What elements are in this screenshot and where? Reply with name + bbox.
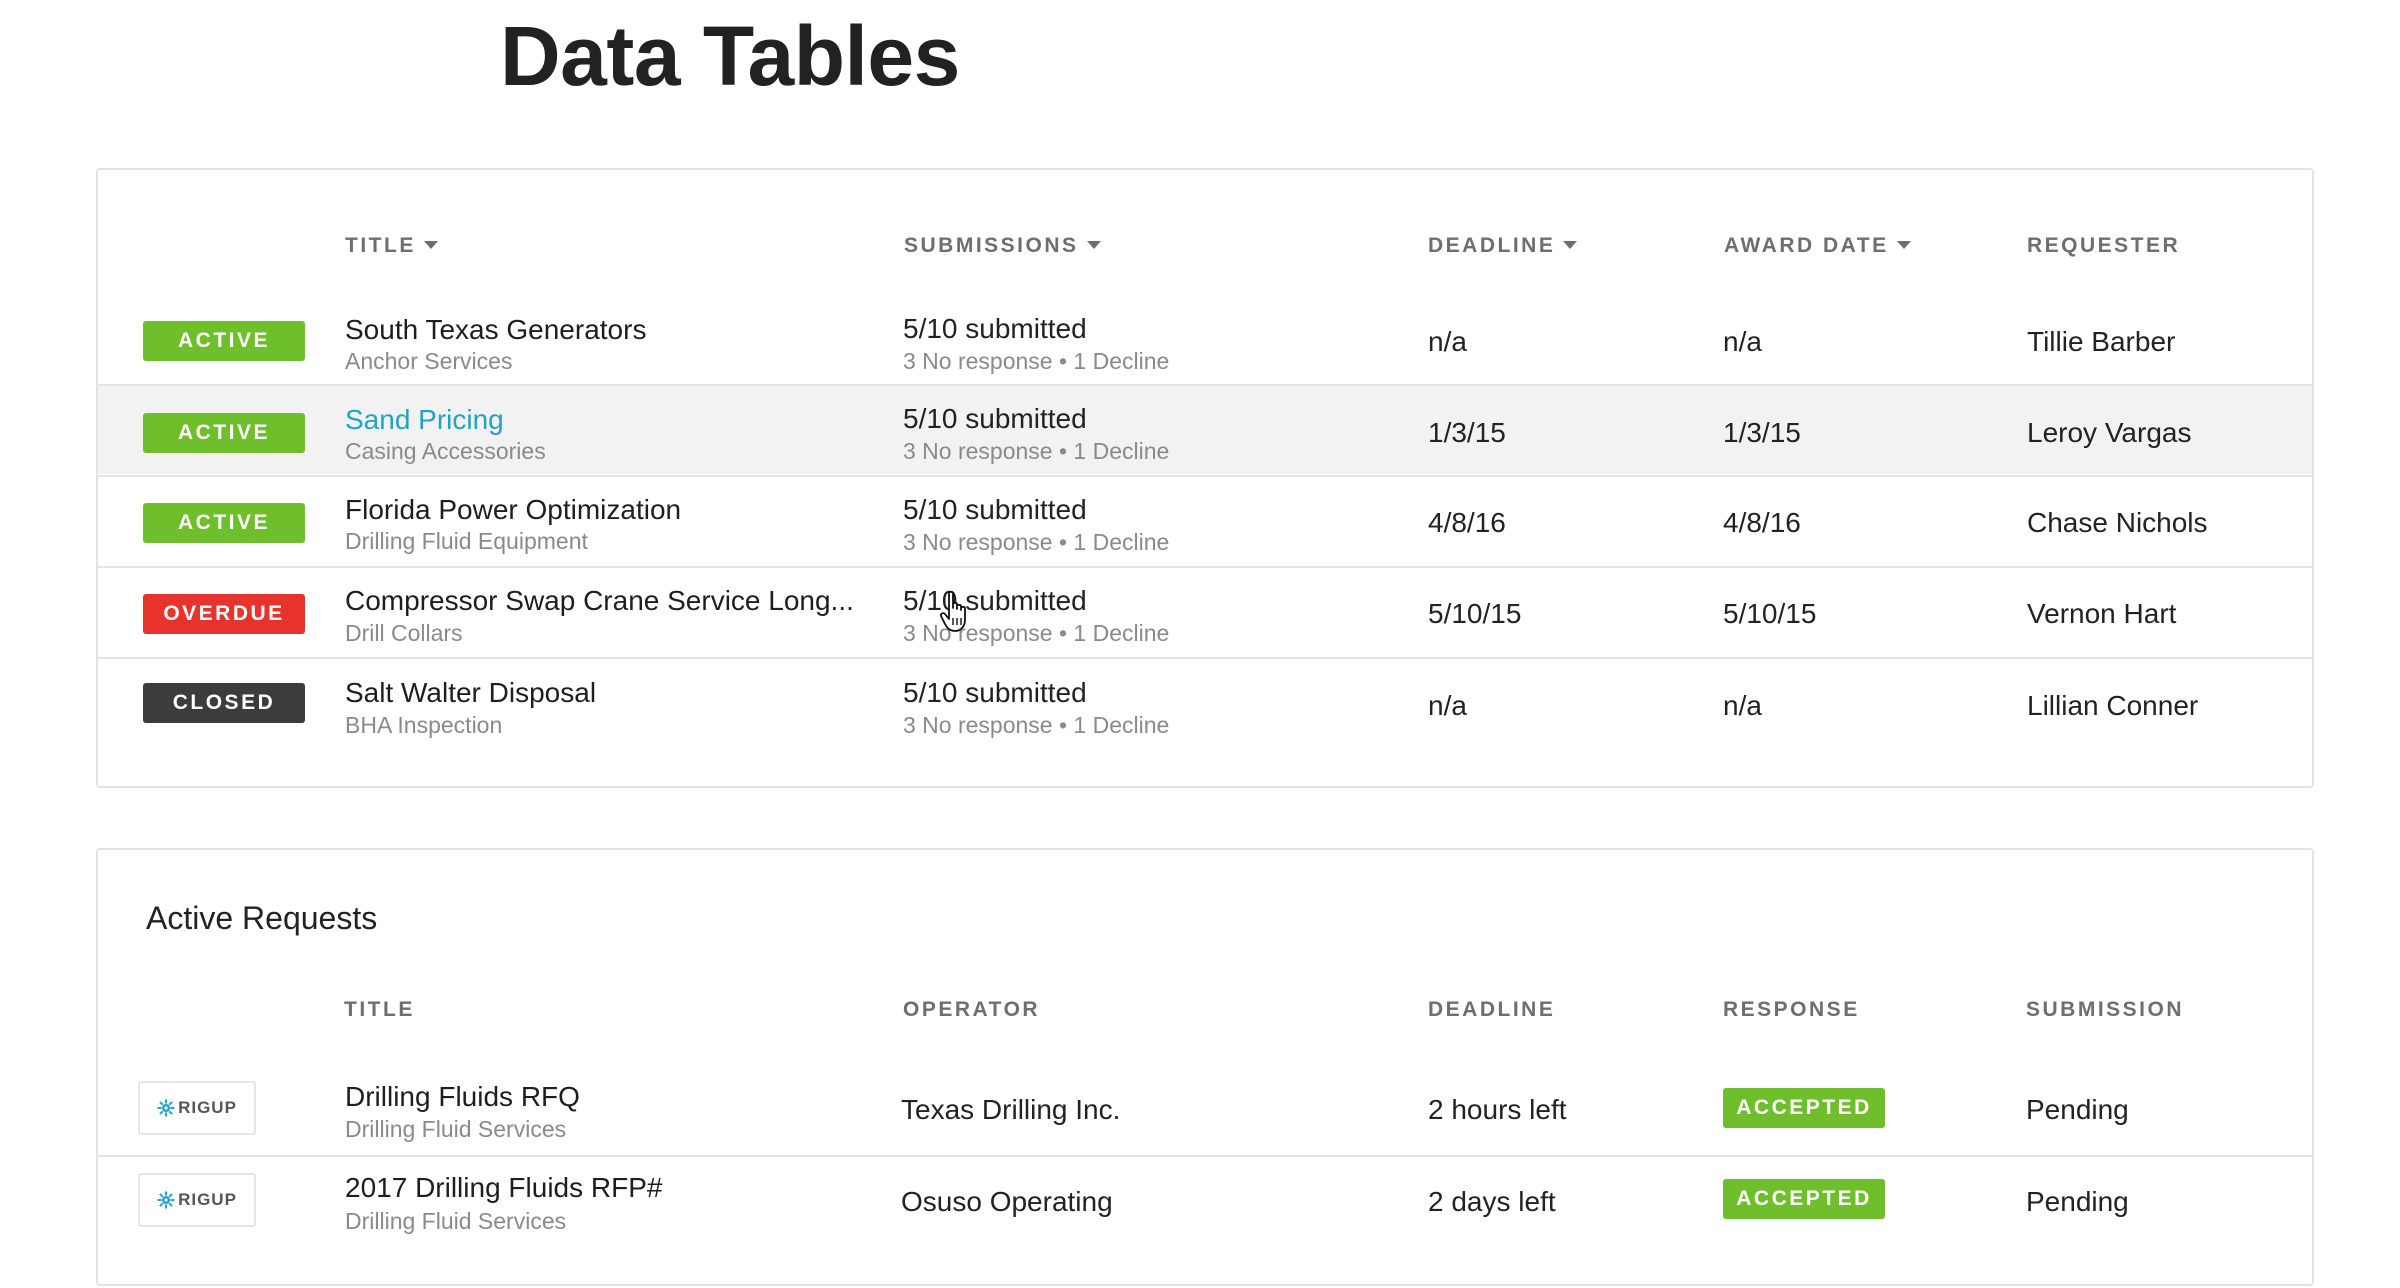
submissions-count: 5/10 submitted <box>903 494 1087 525</box>
response-badge: ACCEPTED <box>1723 1179 1885 1219</box>
table-row[interactable]: RIGUP Drilling Fluids RFQ Drilling Fluid… <box>98 1064 2312 1154</box>
col-header-submissions[interactable]: SUBMISSIONS <box>904 234 1101 258</box>
submissions-detail: 3 No response • 1 Decline <box>903 712 1170 738</box>
row-title[interactable]: South Texas Generators <box>345 314 646 346</box>
sort-caret-icon <box>1086 241 1101 249</box>
deadline-value: 5/10/15 <box>1428 598 1522 629</box>
col-header-title[interactable]: TITLE <box>345 234 438 258</box>
col-header-deadline[interactable]: DEADLINE <box>1428 234 1578 258</box>
hand-pointer-cursor-icon <box>939 590 966 632</box>
sort-caret-icon <box>1563 241 1578 249</box>
row-subtitle: Drill Collars <box>345 620 463 646</box>
deadline-value: n/a <box>1428 690 1467 721</box>
deadline-value: 4/8/16 <box>1428 507 1506 538</box>
row-subtitle: BHA Inspection <box>345 712 503 738</box>
table-row[interactable]: RIGUP 2017 Drilling Fluids RFP# Drilling… <box>98 1155 2312 1245</box>
row-subtitle: Drilling Fluid Equipment <box>345 528 588 554</box>
submissions-detail: 3 No response • 1 Decline <box>903 529 1170 555</box>
page-title: Data Tables <box>500 9 960 103</box>
award-date-value: 5/10/15 <box>1723 598 1817 629</box>
table-row[interactable]: ACTIVE Sand Pricing Casing Accessories 5… <box>98 384 2312 474</box>
col-header-requester: REQUESTER <box>2027 234 2181 257</box>
company-logo: RIGUP <box>138 1173 256 1227</box>
award-date-value: n/a <box>1723 690 1762 721</box>
submission-status: Pending <box>2026 1094 2129 1125</box>
row-title-link[interactable]: Sand Pricing <box>345 404 504 436</box>
sort-caret-icon <box>1896 241 1911 249</box>
row-subtitle: Casing Accessories <box>345 438 546 464</box>
col-header-response: RESPONSE <box>1723 998 1860 1021</box>
operator-name: Osuso Operating <box>901 1186 1113 1217</box>
requester-name: Lillian Conner <box>2027 690 2199 721</box>
col-header-deadline: DEADLINE <box>1428 998 1556 1021</box>
award-date-value: 1/3/15 <box>1723 417 1801 448</box>
section-title: Active Requests <box>146 900 378 936</box>
deadline-value: 2 hours left <box>1428 1094 1567 1125</box>
award-date-value: 4/8/16 <box>1723 507 1801 538</box>
table-row[interactable]: OVERDUE Compressor Swap Crane Service Lo… <box>98 566 2312 656</box>
status-badge: ACTIVE <box>143 413 305 453</box>
logo-text: RIGUP <box>178 1190 237 1209</box>
row-title[interactable]: Compressor Swap Crane Service Long... <box>345 585 854 617</box>
table-row[interactable]: ACTIVE South Texas Generators Anchor Ser… <box>98 296 2312 386</box>
logo-text: RIGUP <box>178 1098 237 1117</box>
col-header-award-date[interactable]: AWARD DATE <box>1724 234 1911 258</box>
submissions-count: 5/10 submitted <box>903 585 1087 616</box>
row-subtitle: Drilling Fluid Services <box>345 1208 567 1234</box>
row-title[interactable]: 2017 Drilling Fluids RFP# <box>345 1172 662 1204</box>
submissions-count: 5/10 submitted <box>903 403 1087 434</box>
table-row[interactable]: CLOSED Salt Walter Disposal BHA Inspecti… <box>98 657 2312 747</box>
row-subtitle: Drilling Fluid Services <box>345 1116 567 1142</box>
row-title[interactable]: Salt Walter Disposal <box>345 677 596 709</box>
submissions-detail: 3 No response • 1 Decline <box>903 348 1170 374</box>
status-badge: CLOSED <box>143 683 305 723</box>
col-header-submission: SUBMISSION <box>2026 998 2185 1021</box>
active-requests-card: Active Requests TITLE OPERATOR DEADLINE … <box>96 848 2314 1286</box>
requester-name: Chase Nichols <box>2027 507 2208 538</box>
rfx-table-card: TITLE SUBMISSIONS DEADLINE AWARD DATE RE… <box>96 168 2314 788</box>
award-date-value: n/a <box>1723 326 1762 357</box>
submission-status: Pending <box>2026 1186 2129 1217</box>
table-row[interactable]: ACTIVE Florida Power Optimization Drilli… <box>98 475 2312 565</box>
row-subtitle: Anchor Services <box>345 348 513 374</box>
col-header-title: TITLE <box>344 998 415 1021</box>
row-title[interactable]: Florida Power Optimization <box>345 494 681 526</box>
status-badge: ACTIVE <box>143 321 305 361</box>
submissions-detail: 3 No response • 1 Decline <box>903 438 1170 464</box>
requester-name: Tillie Barber <box>2027 326 2176 357</box>
submissions-count: 5/10 submitted <box>903 677 1087 708</box>
operator-name: Texas Drilling Inc. <box>901 1094 1121 1125</box>
gear-icon <box>157 1099 175 1117</box>
requester-name: Vernon Hart <box>2027 598 2177 629</box>
deadline-value: n/a <box>1428 326 1467 357</box>
company-logo: RIGUP <box>138 1081 256 1135</box>
response-badge: ACCEPTED <box>1723 1088 1885 1128</box>
col-header-operator: OPERATOR <box>903 998 1041 1021</box>
deadline-value: 2 days left <box>1428 1186 1556 1217</box>
status-badge: OVERDUE <box>143 594 305 634</box>
status-badge: ACTIVE <box>143 503 305 543</box>
requester-name: Leroy Vargas <box>2027 417 2192 448</box>
gear-icon <box>157 1191 175 1209</box>
submissions-count: 5/10 submitted <box>903 313 1087 344</box>
deadline-value: 1/3/15 <box>1428 417 1506 448</box>
sort-caret-icon <box>423 241 438 249</box>
row-title[interactable]: Drilling Fluids RFQ <box>345 1081 580 1113</box>
